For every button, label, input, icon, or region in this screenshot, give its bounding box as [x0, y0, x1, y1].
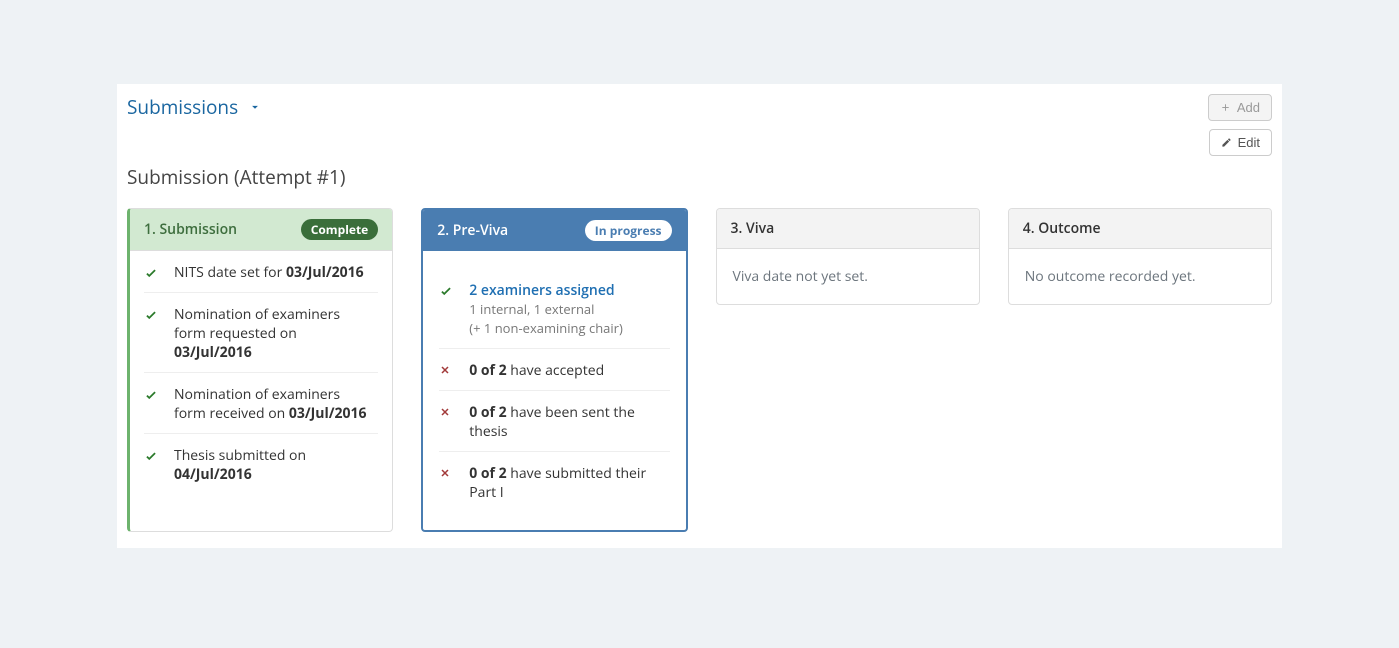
card-previva-header: 2. Pre-Viva In progress: [423, 210, 685, 251]
card-submission: 1. Submission Complete NITS date set for…: [127, 208, 393, 532]
edit-button-label: Edit: [1238, 135, 1260, 150]
submissions-panel: Submissions Add Edit: [117, 84, 1282, 548]
status-badge-complete: Complete: [301, 219, 379, 240]
card-previva-title: 2. Pre-Viva: [437, 221, 508, 240]
status-badge-progress: In progress: [585, 220, 672, 241]
examiners-link[interactable]: 2 examiners assigned: [469, 281, 614, 300]
outcome-placeholder: No outcome recorded yet.: [1025, 267, 1196, 286]
card-viva-title: 3. Viva: [731, 219, 775, 238]
card-viva-header: 3. Viva: [717, 209, 979, 249]
list-item: Thesis submitted on 04/Jul/2016: [144, 433, 378, 494]
check-icon: [144, 385, 160, 402]
card-outcome-header: 4. Outcome: [1009, 209, 1271, 249]
cross-icon: [439, 403, 455, 418]
step-text: 0 of 2 have submitted their Part I: [469, 464, 665, 502]
pencil-icon: [1221, 137, 1232, 148]
edit-button[interactable]: Edit: [1209, 129, 1272, 156]
list-item: 0 of 2 have accepted: [439, 348, 669, 390]
card-outcome-title: 4. Outcome: [1023, 219, 1101, 238]
list-item: Nomination of examiners form requested o…: [144, 292, 378, 372]
step-text: Nomination of examiners form requested o…: [174, 305, 374, 362]
submission-subtitle: Submission (Attempt #1): [127, 164, 1272, 190]
card-outcome: 4. Outcome No outcome recorded yet.: [1008, 208, 1272, 305]
check-icon: [144, 446, 160, 463]
card-previva: 2. Pre-Viva In progress 2 examine: [421, 208, 687, 532]
cross-icon: [439, 361, 455, 376]
step-text: Nomination of examiners form received on…: [174, 385, 374, 423]
plus-icon: [1220, 102, 1231, 113]
chevron-down-icon: [248, 100, 262, 114]
list-item: Nomination of examiners form received on…: [144, 372, 378, 433]
check-icon: [439, 281, 455, 298]
add-button-label: Add: [1237, 100, 1260, 115]
step-text: NITS date set for 03/Jul/2016: [174, 263, 364, 282]
check-icon: [144, 305, 160, 322]
section-title-toggle[interactable]: Submissions: [127, 94, 262, 120]
step-text: 2 examiners assigned 1 internal, 1 exter…: [469, 281, 623, 338]
card-submission-title: 1. Submission: [144, 220, 237, 239]
list-item: NITS date set for 03/Jul/2016: [144, 251, 378, 292]
cross-icon: [439, 464, 455, 479]
step-text: 0 of 2 have been sent the thesis: [469, 403, 665, 441]
step-text: Thesis submitted on 04/Jul/2016: [174, 446, 374, 484]
card-submission-header: 1. Submission Complete: [130, 209, 392, 251]
list-item: 2 examiners assigned 1 internal, 1 exter…: [439, 269, 669, 348]
step-text: 0 of 2 have accepted: [469, 361, 604, 380]
section-title-text: Submissions: [127, 94, 238, 120]
viva-placeholder: Viva date not yet set.: [733, 267, 868, 286]
check-icon: [144, 263, 160, 280]
list-item: 0 of 2 have been sent the thesis: [439, 390, 669, 451]
add-button[interactable]: Add: [1208, 94, 1272, 121]
card-viva: 3. Viva Viva date not yet set.: [716, 208, 980, 305]
list-item: 0 of 2 have submitted their Part I: [439, 451, 669, 512]
